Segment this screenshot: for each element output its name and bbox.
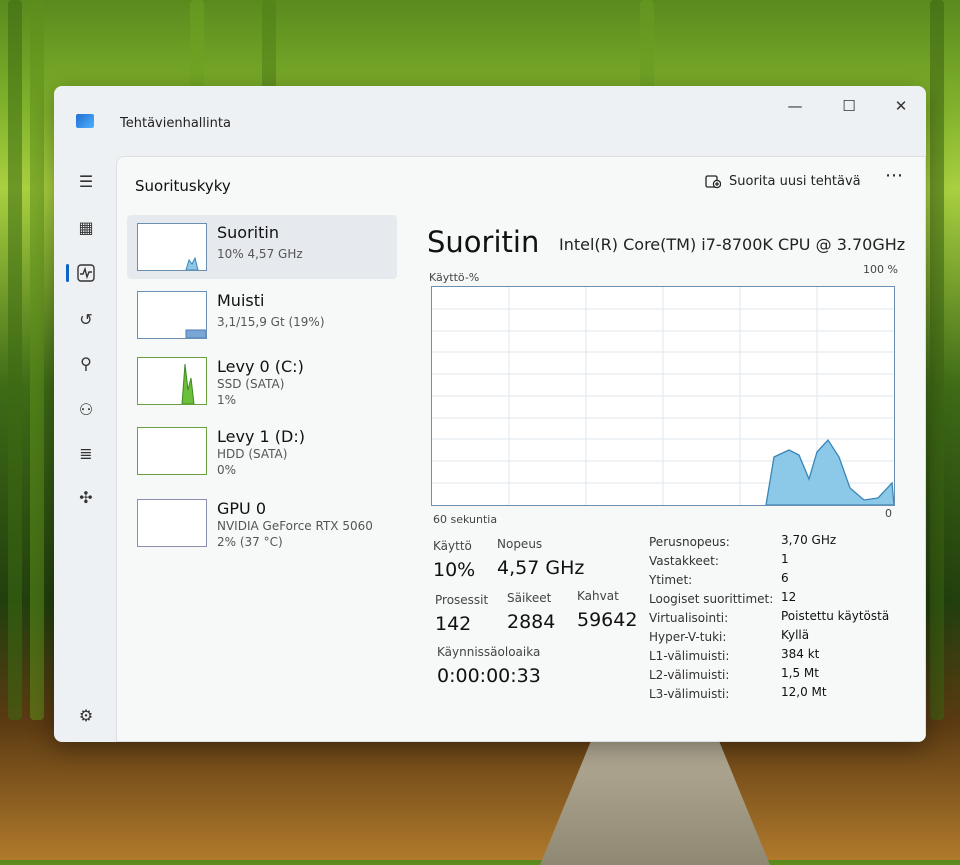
users-icon[interactable]: ⚇ (76, 400, 96, 420)
resource-name: Suoritin (217, 223, 279, 242)
performance-content: Suorituskyky Suorita uusi tehtävä ⋯ Suor… (116, 156, 926, 742)
run-new-task-button[interactable]: Suorita uusi tehtävä (705, 167, 861, 195)
disk0-thumbnail (137, 357, 207, 405)
spec-value: 384 kt (781, 647, 820, 661)
new-task-icon (705, 175, 721, 189)
resource-name: Levy 1 (D:) (217, 427, 305, 446)
close-button[interactable]: ✕ (878, 92, 924, 120)
spec-value: 1,5 Mt (781, 666, 819, 680)
maximize-button[interactable]: ☐ (826, 92, 872, 120)
resource-gpu-0[interactable]: GPU 0 NVIDIA GeForce RTX 5060 2% (37 °C) (127, 491, 397, 555)
handles-value: 59642 (577, 609, 638, 631)
resource-detail: SSD (SATA) (217, 377, 285, 391)
spec-label: L1-välimuisti: (649, 649, 730, 663)
bamboo-stalk (8, 0, 22, 720)
resource-name: Muisti (217, 291, 265, 310)
spec-value: Poistettu käytöstä (781, 609, 890, 623)
resource-name: Levy 0 (C:) (217, 357, 304, 376)
app-history-icon[interactable]: ↺ (76, 310, 96, 330)
handles-label: Kahvat (577, 589, 619, 603)
startup-apps-icon[interactable]: ⚲ (76, 354, 96, 374)
speed-value: 4,57 GHz (497, 557, 585, 579)
resource-memory[interactable]: Muisti 3,1/15,9 Gt (19%) (127, 283, 397, 347)
resource-disk-1[interactable]: Levy 1 (D:) HDD (SATA) 0% (127, 419, 397, 483)
detail-title: Suoritin (427, 225, 540, 259)
graph-max-label: 100 % (863, 263, 898, 276)
services-icon[interactable]: ✣ (76, 488, 96, 508)
side-navigation: ☰ ▦ ↺ ⚲ ⚇ ≣ ✣ ⚙ (54, 156, 116, 742)
usage-value: 10% (433, 559, 476, 581)
resource-usage: 0% (217, 463, 237, 477)
spec-label: L2-välimuisti: (649, 668, 730, 682)
threads-label: Säikeet (507, 591, 552, 605)
spec-value: 12,0 Mt (781, 685, 827, 699)
spec-label: L3-välimuisti: (649, 687, 730, 701)
resource-cpu[interactable]: Suoritin 10% 4,57 GHz (127, 215, 397, 279)
spec-label: Perusnopeus: (649, 535, 730, 549)
hamburger-icon[interactable]: ☰ (76, 172, 96, 192)
settings-icon[interactable]: ⚙ (76, 706, 96, 726)
processes-value: 142 (435, 613, 472, 635)
usage-label: Käyttö (433, 539, 472, 553)
run-new-task-label: Suorita uusi tehtävä (729, 173, 861, 189)
graph-label: Käyttö-% (429, 271, 480, 284)
cpu-model: Intel(R) Core(TM) i7-8700K CPU @ 3.70GHz (559, 235, 906, 254)
performance-icon[interactable] (76, 264, 96, 284)
background-path (540, 725, 770, 865)
title-bar[interactable]: Tehtävienhallinta — ☐ ✕ (54, 86, 926, 156)
resource-disk-0[interactable]: Levy 0 (C:) SSD (SATA) 1% (127, 349, 397, 413)
task-manager-icon (76, 114, 94, 128)
spec-label: Ytimet: (649, 573, 693, 587)
memory-thumbnail (137, 291, 207, 339)
processes-icon[interactable]: ▦ (76, 218, 96, 238)
disk1-thumbnail (137, 427, 207, 475)
cpu-thumbnail (137, 223, 207, 271)
minimize-button[interactable]: — (772, 92, 818, 120)
resource-detail: 10% 4,57 GHz (217, 247, 303, 261)
uptime-label: Käynnissäoloaika (437, 645, 541, 659)
spec-value: 12 (781, 590, 797, 604)
gpu-thumbnail (137, 499, 207, 547)
spec-value: 6 (781, 571, 789, 585)
task-manager-window: Tehtävienhallinta — ☐ ✕ ☰ ▦ ↺ ⚲ ⚇ ≣ ✣ ⚙ … (54, 86, 926, 742)
page-title: Suorituskyky (135, 177, 231, 195)
spec-label: Vastakkeet: (649, 554, 719, 568)
graph-time-label: 60 sekuntia (433, 513, 498, 526)
spec-value: 3,70 GHz (781, 533, 837, 547)
spec-value: 1 (781, 552, 789, 566)
spec-value: Kyllä (781, 628, 810, 642)
active-indicator (66, 264, 69, 282)
speed-label: Nopeus (497, 537, 543, 551)
uptime-value: 0:00:00:33 (437, 665, 541, 687)
spec-label: Loogiset suorittimet: (649, 592, 774, 606)
resource-usage: 1% (217, 393, 237, 407)
window-title: Tehtävienhallinta (120, 116, 231, 131)
bamboo-stalk (930, 0, 944, 720)
more-options-button[interactable]: ⋯ (885, 165, 904, 186)
resource-detail: 3,1/15,9 Gt (19%) (217, 315, 325, 329)
spec-label: Hyper-V-tuki: (649, 630, 727, 644)
processes-label: Prosessit (435, 593, 489, 607)
resource-usage: 2% (37 °C) (217, 535, 283, 549)
cpu-usage-graph (431, 286, 895, 506)
graph-min-label: 0 (885, 507, 892, 520)
threads-value: 2884 (507, 611, 556, 633)
resource-name: GPU 0 (217, 499, 267, 518)
spec-label: Virtualisointi: (649, 611, 729, 625)
resource-detail: HDD (SATA) (217, 447, 288, 461)
resource-detail: NVIDIA GeForce RTX 5060 (217, 519, 373, 533)
details-icon[interactable]: ≣ (76, 444, 96, 464)
bamboo-stalk (30, 0, 44, 720)
